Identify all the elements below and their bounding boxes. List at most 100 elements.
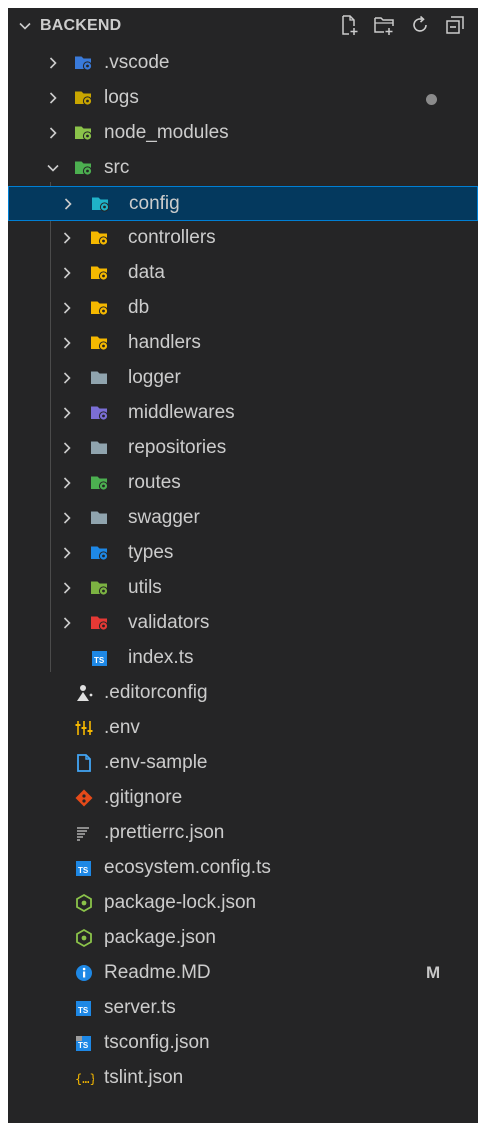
tree-file-row[interactable]: TS index.ts (8, 641, 478, 676)
tree-file-row[interactable]: Readme.MD M (8, 956, 478, 991)
tree-item-label: handlers (128, 332, 201, 353)
git-modified-badge: M (426, 963, 441, 982)
new-file-icon[interactable] (338, 14, 360, 36)
tree-item-label: tsconfig.json (104, 1032, 210, 1053)
chevron-right-icon[interactable] (60, 266, 74, 280)
tree-folder-row[interactable]: config (8, 186, 478, 221)
tree-item-label: package-lock.json (104, 892, 257, 913)
chevron-right-icon[interactable] (60, 441, 74, 455)
tree-folder-row[interactable]: utils (8, 571, 478, 606)
tree-item-label: ecosystem.config.ts (104, 857, 271, 878)
tree-item-label: data (128, 262, 165, 283)
tree-folder-row[interactable]: node_modules (8, 116, 478, 151)
tree-item-label: index.ts (128, 647, 194, 668)
tree-item-label: repositories (128, 437, 227, 458)
tree-file-row[interactable]: TS server.ts (8, 991, 478, 1026)
tree-folder-row[interactable]: data (8, 256, 478, 291)
tree-item-label: server.ts (104, 997, 176, 1018)
tree-file-row[interactable]: .editorconfig (8, 676, 478, 711)
chevron-down-icon[interactable] (46, 161, 60, 175)
tree-item-label: .editorconfig (104, 682, 208, 703)
git-icon (75, 789, 93, 807)
folder-icon (91, 371, 107, 384)
chevron-right-icon[interactable] (60, 616, 74, 630)
tree-file-row[interactable]: TS tsconfig.json (8, 1026, 478, 1061)
tree-item-label: db (128, 297, 150, 318)
chevron-right-icon[interactable] (61, 197, 75, 211)
tree-item-label: utils (128, 577, 162, 598)
refresh-icon[interactable] (409, 14, 431, 36)
tree-item-label: .prettierrc.json (104, 822, 225, 843)
explorer-title: BACKEND (40, 17, 122, 34)
new-folder-icon[interactable] (373, 14, 395, 36)
svg-text:TS: TS (94, 656, 105, 665)
tree-folder-row[interactable]: handlers (8, 326, 478, 361)
tree-item-label: types (128, 542, 174, 563)
tree-folder-row[interactable]: routes (8, 466, 478, 501)
tree-item-label: package.json (104, 927, 216, 948)
folder-middlewares-icon (91, 406, 109, 421)
tree-file-row[interactable]: TS ecosystem.config.ts (8, 851, 478, 886)
tree-folder-row[interactable]: middlewares (8, 396, 478, 431)
tree-folder-row[interactable]: db (8, 291, 478, 326)
tree-file-row[interactable]: .env-sample (8, 746, 478, 781)
tree-file-row[interactable]: .prettierrc.json (8, 816, 478, 851)
problems-dot-icon (426, 94, 437, 105)
folder-logs-icon (75, 91, 93, 106)
tree-folder-row[interactable]: validators (8, 606, 478, 641)
tree-item-label: middlewares (128, 402, 235, 423)
folder-src-icon (75, 161, 93, 176)
chevron-right-icon[interactable] (60, 336, 74, 350)
tree-item-label: validators (128, 612, 210, 633)
tree-file-row[interactable]: .gitignore (8, 781, 478, 816)
chevron-right-icon[interactable] (60, 301, 74, 315)
chevron-right-icon[interactable] (60, 546, 74, 560)
typescript-icon: TS (76, 861, 91, 876)
chevron-right-icon[interactable] (46, 91, 60, 105)
svg-text:{…}: {…} (75, 1072, 94, 1086)
tree-file-row[interactable]: {…} tslint.json (8, 1061, 478, 1096)
chevron-right-icon[interactable] (60, 371, 74, 385)
typescript-icon: TS (92, 651, 107, 666)
typescript-icon: TS (76, 1001, 91, 1016)
tree-folder-row[interactable]: controllers (8, 221, 478, 256)
tree-folder-row[interactable]: types (8, 536, 478, 571)
nodejs-icon (76, 893, 92, 913)
folder-icon (91, 441, 107, 454)
folder-handlers-icon (91, 336, 109, 351)
chevron-right-icon[interactable] (60, 581, 74, 595)
tree-file-row[interactable]: package-lock.json (8, 886, 478, 921)
tree-folder-row[interactable]: src (8, 151, 478, 186)
tree-folder-row[interactable]: swagger (8, 501, 478, 536)
folder-routes-icon (91, 476, 109, 491)
chevron-right-icon[interactable] (60, 511, 74, 525)
folder-types-icon (91, 546, 109, 561)
folder-config-icon (92, 197, 110, 212)
tsconfig-icon: TS (76, 1036, 91, 1051)
svg-text:TS: TS (78, 1006, 89, 1015)
svg-text:TS: TS (78, 1041, 89, 1050)
collapse-all-icon[interactable] (444, 14, 466, 36)
tree-folder-row[interactable]: .vscode (8, 46, 478, 81)
tree-folder-row[interactable]: logs (8, 81, 478, 116)
tree-item-label: tslint.json (104, 1067, 184, 1088)
explorer-actions (329, 14, 466, 38)
chevron-right-icon[interactable] (46, 126, 60, 140)
tree-file-row[interactable]: .env (8, 711, 478, 746)
explorer-header[interactable]: BACKEND (8, 8, 478, 44)
editorconfig-icon (77, 685, 93, 701)
chevron-right-icon[interactable] (60, 231, 74, 245)
tree-item-label: .vscode (104, 52, 170, 73)
tree-folder-row[interactable]: repositories (8, 431, 478, 466)
tree-item-label: .env-sample (104, 752, 208, 773)
tree-item-label: src (104, 157, 130, 178)
file-tree: .vscode logs node_modulessrc config controll… (8, 46, 478, 1096)
chevron-down-icon[interactable] (18, 19, 32, 33)
chevron-right-icon[interactable] (60, 476, 74, 490)
chevron-right-icon[interactable] (46, 56, 60, 70)
tree-file-row[interactable]: package.json (8, 921, 478, 956)
chevron-right-icon[interactable] (60, 406, 74, 420)
explorer-panel: BACKEND .vscode logs node_modules src co… (8, 8, 478, 1123)
tree-folder-row[interactable]: logger (8, 361, 478, 396)
folder-utils-icon (91, 581, 109, 596)
